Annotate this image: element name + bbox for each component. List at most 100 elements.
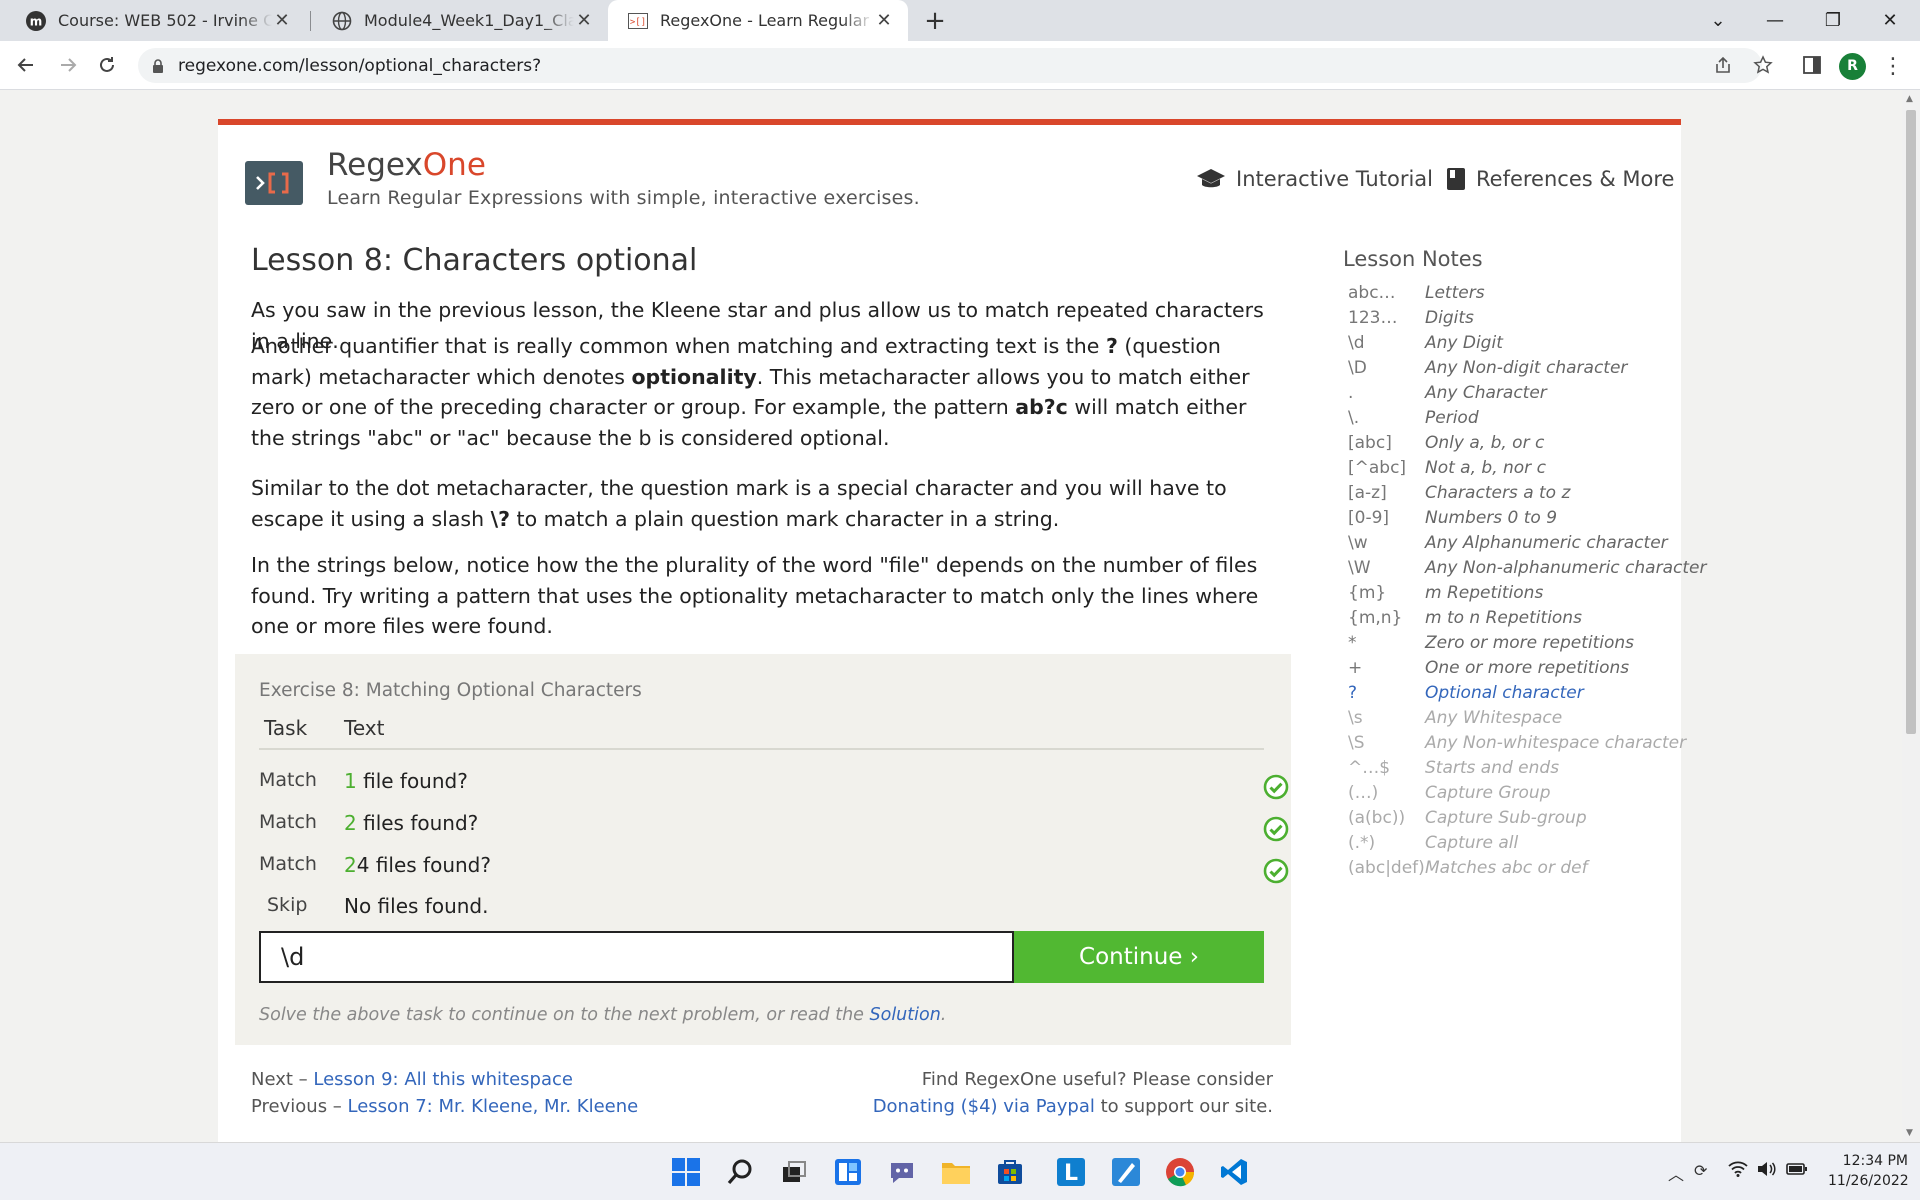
- wifi-icon[interactable]: [1728, 1161, 1748, 1181]
- check-circle-icon: [1263, 774, 1289, 800]
- back-button[interactable]: [10, 49, 42, 81]
- note-description: m to n Repetitions: [1425, 608, 1582, 628]
- close-tab-icon[interactable]: ✕: [272, 10, 292, 31]
- bookmark-star-icon[interactable]: [1748, 50, 1778, 80]
- profile-avatar[interactable]: R: [1839, 53, 1866, 80]
- tab-divider: [310, 11, 311, 31]
- lesson-note-item[interactable]: * Zero or more repetitions: [1348, 633, 1678, 658]
- tab-moodle[interactable]: m Course: WEB 502 - Irvine Combined ✕: [6, 0, 306, 41]
- omnibox[interactable]: regexone.com/lesson/optional_characters?: [138, 48, 1762, 83]
- donate-line: Donating ($4) via Paypal to support our …: [873, 1096, 1273, 1117]
- clock-time: 12:34 PM: [1842, 1153, 1908, 1169]
- battery-icon[interactable]: [1786, 1161, 1808, 1181]
- lesson-note-item[interactable]: [abc] Only a, b, or c: [1348, 433, 1678, 458]
- side-panel-icon[interactable]: [1797, 50, 1827, 80]
- tray-overflow-chevron-icon[interactable]: ︿: [1668, 1161, 1684, 1185]
- continue-button[interactable]: Continue ›: [1014, 931, 1264, 983]
- lesson-note-item[interactable]: \d Any Digit: [1348, 333, 1678, 358]
- close-tab-icon[interactable]: ✕: [874, 10, 894, 31]
- donate-text: Find RegexOne useful? Please consider: [921, 1069, 1273, 1090]
- exercise-panel: Exercise 8: Matching Optional Characters…: [235, 654, 1291, 1045]
- tab-classmeeting[interactable]: Module4_Week1_Day1_ClassMeeting ✕: [312, 0, 608, 41]
- lesson-note-item[interactable]: \D Any Non-digit character: [1348, 358, 1678, 383]
- windows-start-icon[interactable]: [668, 1154, 704, 1190]
- volume-icon[interactable]: [1756, 1161, 1776, 1181]
- tab-regexone[interactable]: >[] RegexOne - Learn Regular Expressions…: [608, 0, 908, 41]
- menu-kebab-icon[interactable]: ⋮: [1882, 53, 1904, 80]
- lockdown-app-icon[interactable]: L: [1053, 1154, 1089, 1190]
- brand-name[interactable]: RegexOne: [327, 147, 486, 183]
- scroll-up-icon[interactable]: ▲: [1906, 94, 1913, 104]
- donate-suffix: to support our site.: [1094, 1096, 1273, 1117]
- chrome-icon[interactable]: [1162, 1154, 1198, 1190]
- nav-interactive-tutorial[interactable]: Interactive Tutorial: [1196, 167, 1433, 191]
- table-row: Match 2 files found?: [259, 803, 1289, 843]
- task-view-icon[interactable]: [776, 1154, 812, 1190]
- next-lesson: Next – Lesson 9: All this whitespace: [251, 1069, 573, 1090]
- system-clock[interactable]: 12:34 PM 11/26/2022: [1828, 1151, 1909, 1191]
- note-description: Period: [1425, 408, 1479, 428]
- search-icon[interactable]: [722, 1154, 758, 1190]
- scrollbar-thumb[interactable]: [1906, 110, 1916, 734]
- donate-link[interactable]: Donating ($4) via Paypal: [873, 1096, 1095, 1117]
- lesson-note-item[interactable]: . Any Character: [1348, 383, 1678, 408]
- lesson-note-item[interactable]: \w Any Alphanumeric character: [1348, 533, 1678, 558]
- microsoft-store-icon[interactable]: [992, 1154, 1028, 1190]
- close-tab-icon[interactable]: ✕: [574, 10, 594, 31]
- note-description: Zero or more repetitions: [1425, 633, 1635, 653]
- lesson-note-item[interactable]: \S Any Non-whitespace character: [1348, 733, 1686, 758]
- scroll-down-icon[interactable]: ▼: [1906, 1128, 1913, 1138]
- lesson-note-item[interactable]: (a(bc)) Capture Sub-group: [1348, 808, 1678, 833]
- note-description: Characters a to z: [1425, 483, 1571, 503]
- lesson-note-item[interactable]: (…) Capture Group: [1348, 783, 1678, 808]
- lesson-note-item[interactable]: + One or more repetitions: [1348, 658, 1678, 683]
- lesson-note-item[interactable]: \. Period: [1348, 408, 1678, 433]
- regex-input[interactable]: [259, 931, 1014, 983]
- row-text: 24 files found?: [344, 853, 491, 877]
- lesson-note-item[interactable]: {m} m Repetitions: [1348, 583, 1678, 608]
- lesson-note-item[interactable]: {m,n} m to n Repetitions: [1348, 608, 1678, 633]
- row-text-rest: files found?: [356, 811, 479, 835]
- lesson-note-item[interactable]: \W Any Non-alphanumeric character: [1348, 558, 1706, 583]
- lesson-note-item[interactable]: (abc|def) Matches abc or def: [1348, 858, 1678, 883]
- teams-chat-icon[interactable]: [884, 1154, 920, 1190]
- url-text[interactable]: regexone.com/lesson/optional_characters?: [178, 56, 541, 76]
- regexone-logo[interactable]: [245, 161, 303, 205]
- file-explorer-icon[interactable]: [938, 1154, 974, 1190]
- sync-icon[interactable]: ⟳: [1694, 1161, 1707, 1180]
- minimize-button[interactable]: —: [1747, 0, 1803, 41]
- row-text: No files found.: [344, 894, 488, 918]
- lesson-note-item[interactable]: [0-9] Numbers 0 to 9: [1348, 508, 1678, 533]
- forward-button[interactable]: [52, 49, 84, 81]
- row-text: 2 files found?: [344, 811, 478, 835]
- new-tab-button[interactable]: +: [920, 6, 950, 36]
- note-description: Optional character: [1425, 683, 1584, 703]
- previous-lesson-link[interactable]: Lesson 7: Mr. Kleene, Mr. Kleene: [348, 1096, 639, 1117]
- restore-button[interactable]: ❐: [1805, 0, 1861, 41]
- lesson-note-item[interactable]: [a-z] Characters a to z: [1348, 483, 1678, 508]
- column-header-text: Text: [344, 716, 385, 740]
- note-description: Matches abc or def: [1425, 858, 1588, 878]
- note-description: Any Non-whitespace character: [1425, 733, 1687, 753]
- vscode-icon[interactable]: [1216, 1154, 1252, 1190]
- lesson-note-item[interactable]: [^abc] Not a, b, nor c: [1348, 458, 1678, 483]
- lesson-note-item[interactable]: 123… Digits: [1348, 308, 1678, 333]
- lesson-note-item[interactable]: (.*) Capture all: [1348, 833, 1678, 858]
- nav-references[interactable]: References & More: [1446, 167, 1674, 191]
- solution-link[interactable]: Solution: [870, 1005, 941, 1025]
- note-symbol: ?: [1348, 683, 1358, 703]
- lesson-note-item[interactable]: abc… Letters: [1348, 283, 1678, 308]
- content-card: RegexOne Learn Regular Expressions with …: [218, 119, 1706, 1142]
- tab-search-chevron-icon[interactable]: ⌄: [1690, 0, 1746, 41]
- lesson-note-item[interactable]: ? Optional character: [1348, 683, 1678, 708]
- close-window-button[interactable]: ✕: [1862, 0, 1918, 41]
- widgets-icon[interactable]: [830, 1154, 866, 1190]
- pen-app-icon[interactable]: [1108, 1154, 1144, 1190]
- reload-button[interactable]: [91, 49, 123, 81]
- page-scrollbar[interactable]: ▲ ▼: [1902, 90, 1920, 1142]
- lesson-note-item[interactable]: \s Any Whitespace: [1348, 708, 1678, 733]
- lesson-note-item[interactable]: ^…$ Starts and ends: [1348, 758, 1678, 783]
- share-icon[interactable]: [1708, 50, 1738, 80]
- next-lesson-link[interactable]: Lesson 9: All this whitespace: [313, 1069, 573, 1090]
- match-highlight: 2: [344, 811, 357, 835]
